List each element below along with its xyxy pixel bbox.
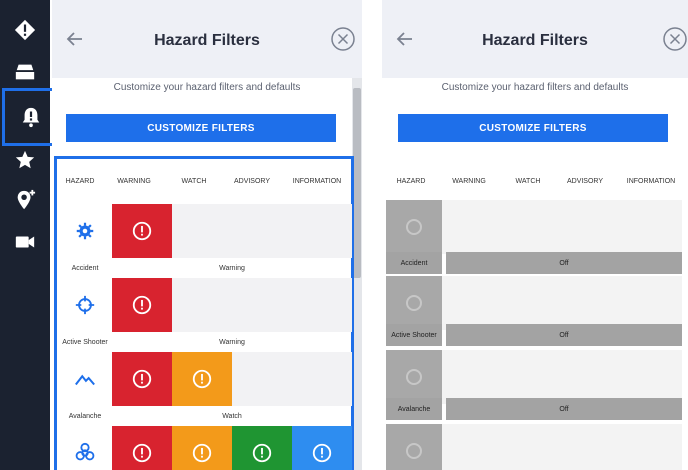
hazard-level: Warning (219, 264, 245, 272)
table-row[interactable] (58, 352, 352, 406)
customize-filters-button[interactable]: CUSTOMIZE FILTERS (66, 114, 336, 142)
table-row[interactable] (58, 426, 352, 470)
warning-toggle[interactable] (112, 426, 172, 470)
table-row[interactable] (386, 350, 682, 404)
panel-subtitle: Customize your hazard filters and defaul… (441, 82, 629, 93)
hazard-level: Off (446, 252, 682, 274)
hazard-name: Accident (71, 264, 99, 272)
table-row[interactable] (58, 204, 352, 258)
table-row[interactable] (58, 278, 352, 332)
information-toggle[interactable] (292, 278, 352, 332)
alert-circle-icon (312, 443, 332, 463)
alert-circle-icon (192, 443, 212, 463)
hazard-name: Avalanche (386, 398, 442, 420)
level-cells-empty (442, 424, 682, 470)
map-pin-plus-icon[interactable] (0, 180, 50, 220)
alert-circle-icon (132, 443, 152, 463)
warning-toggle[interactable] (112, 204, 172, 258)
level-cells-empty (442, 350, 682, 404)
table-row[interactable] (386, 424, 682, 470)
col-hazard: HAZARD (65, 177, 95, 185)
hazard-name: Active Shooter (62, 338, 108, 346)
table-header: HAZARD WARNING WATCH ADVISORY INFORMATIO… (386, 168, 686, 194)
page-title: Hazard Filters (482, 32, 588, 49)
information-toggle[interactable] (292, 352, 352, 406)
col-advisory: ADVISORY (233, 177, 271, 185)
hazard-name: Avalanche (68, 412, 102, 420)
close-icon[interactable] (662, 26, 688, 52)
row-label: Avalanche Watch (58, 406, 352, 426)
advisory-toggle[interactable] (232, 426, 292, 470)
hazard-bell-icon (22, 107, 40, 128)
hazard-name: Accident (386, 252, 442, 274)
mountain-icon (58, 352, 112, 406)
alert-circle-icon (132, 221, 152, 241)
panel-header: Hazard Filters (52, 0, 362, 78)
gear-icon (58, 204, 112, 258)
hazard-filters-panel-active: Hazard Filters Customize your hazard fil… (52, 0, 362, 470)
row-label: Avalanche Off (386, 398, 682, 420)
page-title: Hazard Filters (154, 32, 260, 49)
hazard-disabled-icon (386, 276, 442, 330)
alert-circle-icon (132, 295, 152, 315)
table-row[interactable] (386, 200, 682, 254)
table-header: HAZARD WARNING WATCH ADVISORY INFORMATIO… (58, 168, 352, 194)
warning-toggle[interactable] (112, 352, 172, 406)
col-information: INFORMATION (626, 177, 676, 185)
app-root: Hazard Filters Customize your hazard fil… (0, 0, 688, 470)
watch-toggle[interactable] (172, 352, 232, 406)
col-watch: WATCH (181, 177, 207, 185)
information-toggle[interactable] (292, 426, 352, 470)
hazard-level: Warning (219, 338, 245, 346)
alert-circle-icon (192, 369, 212, 389)
biohazard-icon (58, 426, 112, 470)
advisory-toggle[interactable] (232, 204, 292, 258)
row-label: Accident Warning (58, 258, 352, 278)
row-label: Active Shooter Warning (58, 332, 352, 352)
watch-toggle[interactable] (172, 278, 232, 332)
col-information: INFORMATION (292, 177, 342, 185)
advisory-toggle[interactable] (232, 278, 292, 332)
hazard-name: Active Shooter (386, 324, 442, 346)
hazard-disabled-icon (386, 424, 442, 470)
hazard-filters-panel-disabled: Hazard Filters Customize your hazard fil… (382, 0, 688, 470)
panel-header: Hazard Filters (382, 0, 688, 78)
information-toggle[interactable] (292, 204, 352, 258)
watch-toggle[interactable] (172, 204, 232, 258)
col-warning: WARNING (117, 177, 151, 185)
hazard-level: Off (446, 398, 682, 420)
alert-circle-icon (132, 369, 152, 389)
level-cells-empty (442, 276, 682, 330)
icon-rail (0, 0, 60, 470)
crosshair-icon (58, 278, 112, 332)
table-row[interactable] (386, 276, 682, 330)
col-hazard: HAZARD (396, 177, 426, 185)
scrollbar-thumb[interactable] (353, 88, 361, 278)
video-camera-icon[interactable] (0, 222, 50, 262)
panel-subtitle: Customize your hazard filters and defaul… (113, 82, 301, 93)
col-advisory: ADVISORY (566, 177, 604, 185)
star-icon[interactable] (0, 140, 50, 180)
layers-icon[interactable] (0, 52, 50, 92)
hazard-level: Watch (222, 412, 242, 420)
level-cells-empty (442, 200, 682, 254)
diamond-alert-icon[interactable] (0, 10, 50, 50)
row-label: Active Shooter Off (386, 324, 682, 346)
close-icon[interactable] (330, 26, 356, 52)
alert-circle-icon (252, 443, 272, 463)
warning-toggle[interactable] (112, 278, 172, 332)
hazard-disabled-icon (386, 200, 442, 254)
customize-filters-button[interactable]: CUSTOMIZE FILTERS (398, 114, 668, 142)
row-label: Accident Off (386, 252, 682, 274)
hazard-level: Off (446, 324, 682, 346)
advisory-toggle[interactable] (232, 352, 292, 406)
hazard-disabled-icon (386, 350, 442, 404)
col-watch: WATCH (515, 177, 541, 185)
watch-toggle[interactable] (172, 426, 232, 470)
col-warning: WARNING (452, 177, 486, 185)
